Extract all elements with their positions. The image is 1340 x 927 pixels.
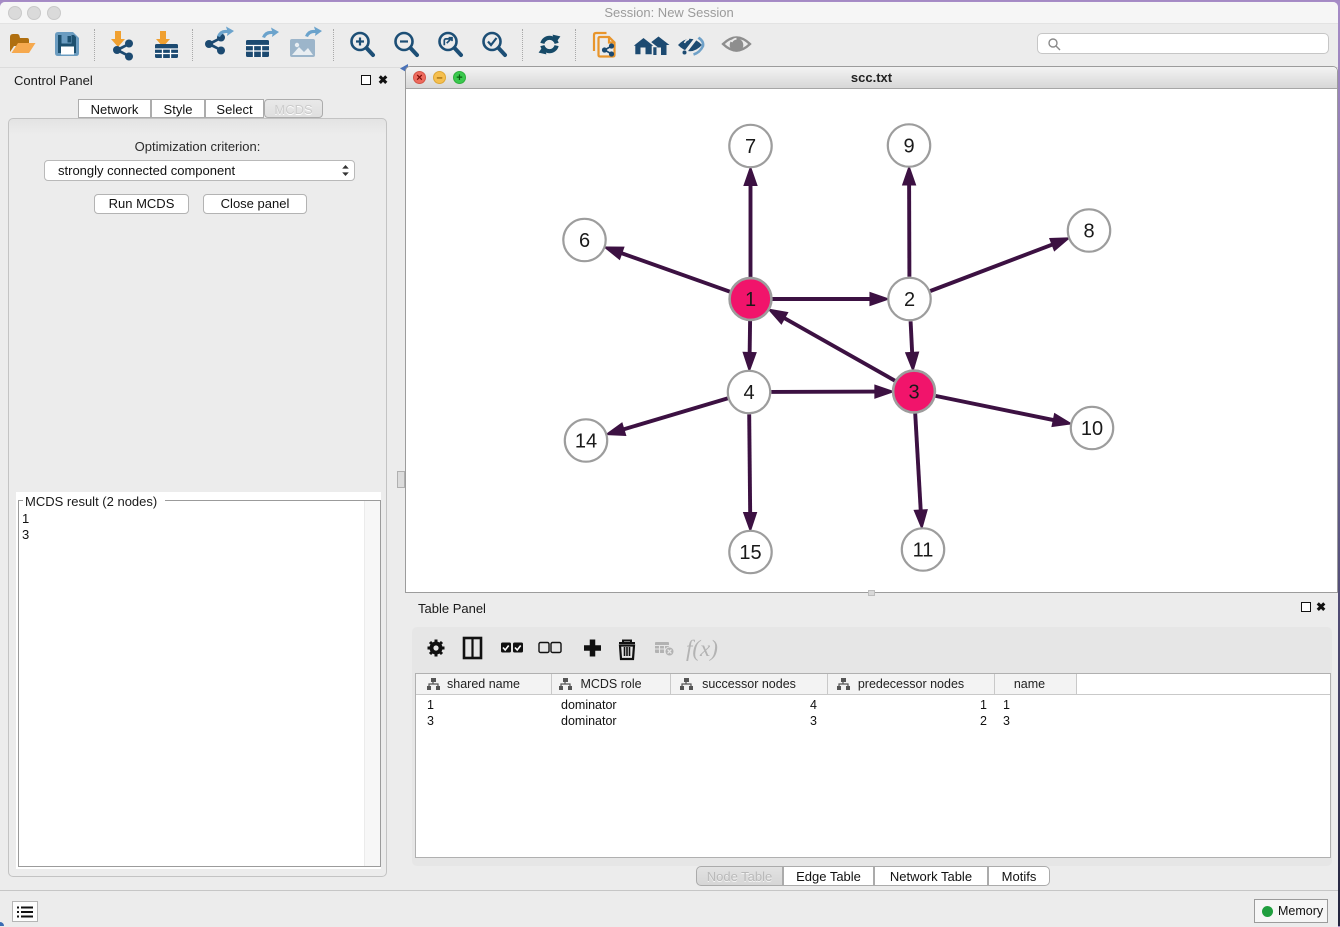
svg-text:f(x): f(x) <box>686 636 718 661</box>
svg-text:7: 7 <box>745 136 756 158</box>
svg-text:3: 3 <box>908 382 919 404</box>
svg-text:11: 11 <box>913 540 934 562</box>
svg-text:15: 15 <box>739 542 761 564</box>
svg-text:2: 2 <box>904 289 915 311</box>
svg-text:4: 4 <box>743 382 754 404</box>
svg-text:1: 1 <box>745 289 756 311</box>
svg-text:8: 8 <box>1083 221 1094 243</box>
svg-text:6: 6 <box>579 230 590 252</box>
svg-text:14: 14 <box>575 431 597 453</box>
svg-text:10: 10 <box>1081 418 1103 440</box>
svg-text:9: 9 <box>903 136 914 158</box>
